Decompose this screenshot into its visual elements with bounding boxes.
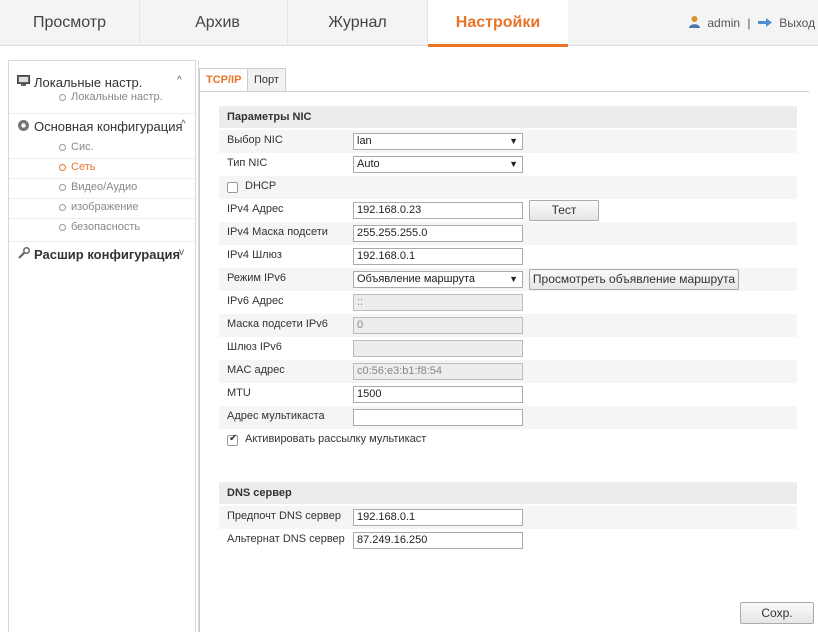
sidebar-item-label: безопасность <box>71 221 141 233</box>
dropdown-arrow-icon: ▼ <box>509 274 518 284</box>
dhcp-checkbox[interactable] <box>227 182 238 193</box>
tab-settings[interactable]: Настройки <box>428 0 568 47</box>
tab-tcpip[interactable]: TCP/IP <box>199 68 249 92</box>
sidebar-group-basic[interactable]: Основная конфигурация ^ <box>9 113 197 137</box>
mac-address-field: c0:56:e3:b1:f8:54 <box>353 363 523 380</box>
wrench-icon <box>17 247 30 263</box>
row-mtu: MTU 1500 <box>219 383 797 406</box>
row-ipv6-address: IPv6 Адрес :: <box>219 291 797 314</box>
tab-port[interactable]: Порт <box>247 68 286 92</box>
label: Маска подсети IPv6 <box>227 318 328 330</box>
chevron-up-icon[interactable]: ^ <box>181 119 186 130</box>
label: Предпочт DNS сервер <box>227 510 341 522</box>
section-dns-title: DNS сервер <box>219 482 797 504</box>
label: Альтернат DNS сервер <box>227 533 345 545</box>
dns-alternate-field[interactable]: 87.249.16.250 <box>353 532 523 549</box>
sidebar-item-image[interactable]: изображение <box>9 199 197 219</box>
row-multicast-address: Адрес мультикаста <box>219 406 797 429</box>
label: IPv4 Маска подсети <box>227 226 328 238</box>
sidebar-group-local-label: Локальные настр. <box>34 75 143 90</box>
sidebar-item-label: Сис. <box>71 141 94 153</box>
multicast-address-field[interactable] <box>353 409 523 426</box>
ipv4-gateway-field[interactable]: 192.168.0.1 <box>353 248 523 265</box>
label: Тип NIC <box>227 157 268 169</box>
row-ipv4-gateway: IPv4 Шлюз 192.168.0.1 <box>219 245 797 268</box>
row-ipv4-address: IPv4 Адрес 192.168.0.23 Тест <box>219 199 797 222</box>
chevron-down-icon[interactable]: v <box>179 247 184 258</box>
user-area: admin | Выход <box>688 0 818 46</box>
tab-preview[interactable]: Просмотр <box>0 0 140 46</box>
sidebar-item-label: Сеть <box>71 161 96 173</box>
multicast-enable-label: Активировать рассылку мультикаст <box>245 433 427 445</box>
sidebar-item-label: Видео/Аудио <box>71 181 138 193</box>
top-nav-bar: Просмотр Архив Журнал Настройки admin | … <box>0 0 818 47</box>
save-button[interactable]: Сохр. <box>740 602 814 624</box>
dropdown-arrow-icon: ▼ <box>509 159 518 169</box>
row-nic-type: Тип NIC Auto ▼ <box>219 153 797 176</box>
nic-select[interactable]: lan ▼ <box>353 133 523 150</box>
ipv6-address-field: :: <box>353 294 523 311</box>
ipv4-address-field[interactable]: 192.168.0.23 <box>353 202 523 219</box>
dropdown-arrow-icon: ▼ <box>509 136 518 146</box>
label: Режим IPv6 <box>227 272 286 284</box>
dhcp-label: DHCP <box>245 180 277 192</box>
section-nic-title: Параметры NIC <box>219 106 797 128</box>
label: Выбор NIC <box>227 134 283 146</box>
monitor-icon <box>17 75 30 90</box>
tab-archive[interactable]: Архив <box>148 0 288 46</box>
row-ipv6-mask: Маска подсети IPv6 0 <box>219 314 797 337</box>
row-ipv4-mask: IPv4 Маска подсети 255.255.255.0 <box>219 222 797 245</box>
chevron-up-icon[interactable]: ^ <box>177 75 182 86</box>
row-ipv6-gateway: Шлюз IPv6 <box>219 337 797 360</box>
row-dns-preferred: Предпочт DNS сервер 192.168.0.1 <box>219 506 797 529</box>
logout-link[interactable]: Выход <box>779 16 815 30</box>
sidebar: Локальные настр. ^ Локальные настр. Осно… <box>8 60 197 632</box>
dns-preferred-field[interactable]: 192.168.0.1 <box>353 509 523 526</box>
sidebar-item-local-settings[interactable]: Локальные настр. <box>9 89 197 109</box>
row-nic-select: Выбор NIC lan ▼ <box>219 130 797 153</box>
label: MAC адрес <box>227 364 285 376</box>
sidebar-group-basic-label: Основная конфигурация <box>34 119 183 134</box>
view-route-advertisement-button[interactable]: Просмотреть объявление маршрута <box>529 269 739 290</box>
row-ipv6-mode: Режим IPv6 Объявление маршрута ▼ Просмотр… <box>219 268 797 291</box>
nic-type-select[interactable]: Auto ▼ <box>353 156 523 173</box>
row-multicast-enable: Активировать рассылку мультикаст <box>219 429 797 452</box>
label: IPv6 Адрес <box>227 295 284 307</box>
mtu-field[interactable]: 1500 <box>353 386 523 403</box>
sidebar-item-label: изображение <box>71 201 139 213</box>
gear-icon <box>17 119 30 135</box>
sidebar-item-network[interactable]: Сеть <box>9 159 197 179</box>
sidebar-item-security[interactable]: безопасность <box>9 219 197 239</box>
label: IPv4 Адрес <box>227 203 284 215</box>
row-mac-address: MAC адрес c0:56:e3:b1:f8:54 <box>219 360 797 383</box>
sidebar-item-video-audio[interactable]: Видео/Аудио <box>9 179 197 199</box>
row-dhcp: DHCP <box>219 176 797 199</box>
sidebar-group-advanced-label: Расшир конфигурация <box>34 247 181 262</box>
ipv6-gateway-field <box>353 340 523 357</box>
user-icon <box>688 1 701 46</box>
ipv6-mask-field: 0 <box>353 317 523 334</box>
multicast-enable-checkbox[interactable] <box>227 433 238 446</box>
label: Шлюз IPv6 <box>227 341 282 353</box>
row-dns-alternate: Альтернат DNS сервер 87.249.16.250 <box>219 529 797 552</box>
sidebar-item-system[interactable]: Сис. <box>9 139 197 159</box>
test-button[interactable]: Тест <box>529 200 599 221</box>
tab-journal[interactable]: Журнал <box>288 0 428 46</box>
label: MTU <box>227 387 251 399</box>
ipv4-mask-field[interactable]: 255.255.255.0 <box>353 225 523 242</box>
user-separator: | <box>747 16 751 30</box>
sidebar-group-advanced[interactable]: Расшир конфигурация v <box>9 241 197 265</box>
label: IPv4 Шлюз <box>227 249 282 261</box>
sidebar-item-label: Локальные настр. <box>71 91 163 103</box>
username: admin <box>707 16 741 30</box>
content-panel: TCP/IP Порт Параметры NIC Выбор NIC lan ▼… <box>198 60 818 632</box>
label: Адрес мультикаста <box>227 410 325 422</box>
ipv6-mode-select[interactable]: Объявление маршрута ▼ <box>353 271 523 288</box>
logout-icon[interactable] <box>757 1 773 46</box>
form-frame: Параметры NIC Выбор NIC lan ▼ Тип NIC Aut… <box>199 91 809 632</box>
